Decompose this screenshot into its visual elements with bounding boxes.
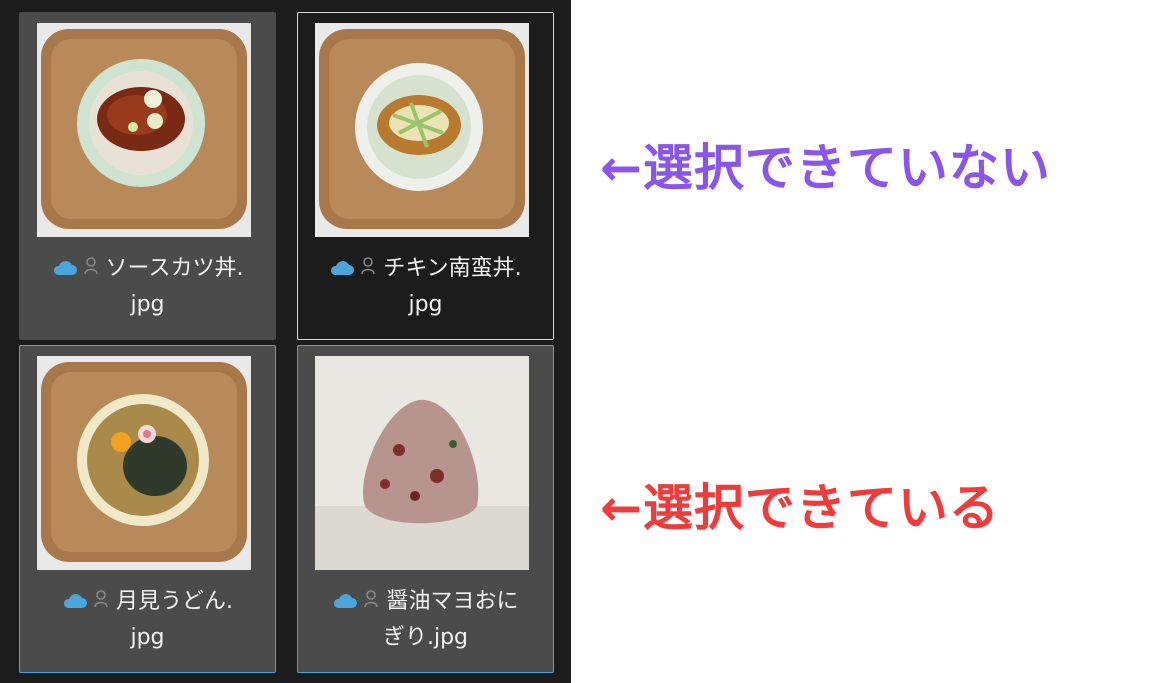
cloud-icon [331, 261, 355, 275]
annotation-not-selectable: ←選択できていない [600, 139, 1051, 197]
tsukimi-udon-photo [37, 356, 251, 570]
sauce-katsudon-photo [37, 23, 251, 237]
file-name: 月見うどん. jpg [20, 584, 275, 656]
file-name-line1: ソースカツ丼. [105, 256, 244, 281]
file-name-line1: チキン南蛮丼. [383, 256, 522, 281]
thumbnail-sauce-katsudon [37, 23, 251, 237]
onigiri-photo [315, 356, 529, 570]
file-name-line2: jpg [130, 292, 165, 317]
file-name: ソースカツ丼. jpg [20, 251, 275, 323]
file-name-line2: jpg [408, 292, 443, 317]
cloud-icon [334, 594, 358, 608]
file-name-line2: jpg [130, 625, 165, 650]
cloud-icon [53, 261, 77, 275]
thumbnail-tsukimi-udon [37, 356, 251, 570]
chicken-nanban-don-photo [315, 23, 529, 237]
file-tile-tsukimi-udon[interactable]: 月見うどん. jpg [19, 345, 276, 673]
file-name-line1: 月見うどん. [116, 589, 233, 614]
cloud-icon [63, 594, 87, 608]
file-tile-chicken-nanban-don[interactable]: チキン南蛮丼. jpg [297, 12, 554, 340]
person-icon [361, 257, 376, 275]
file-tile-onigiri[interactable]: 醤油マヨおに ぎり.jpg [297, 345, 554, 673]
file-grid-panel: ソースカツ丼. jpg チキン南蛮丼. jpg 月見うどん. jpg 醤油マヨお… [0, 0, 571, 683]
thumbnail-onigiri [315, 356, 529, 570]
file-name: チキン南蛮丼. jpg [298, 251, 553, 323]
person-icon [94, 590, 108, 608]
file-name-line1: 醤油マヨおに [386, 589, 519, 614]
file-name-line2: ぎり.jpg [382, 625, 469, 650]
file-name: 醤油マヨおに ぎり.jpg [298, 584, 553, 656]
person-icon [83, 257, 98, 275]
person-icon [364, 590, 379, 608]
annotation-selectable: ←選択できている [600, 479, 1000, 537]
file-tile-sauce-katsudon[interactable]: ソースカツ丼. jpg [19, 12, 276, 340]
thumbnail-chicken-nanban-don [315, 23, 529, 237]
